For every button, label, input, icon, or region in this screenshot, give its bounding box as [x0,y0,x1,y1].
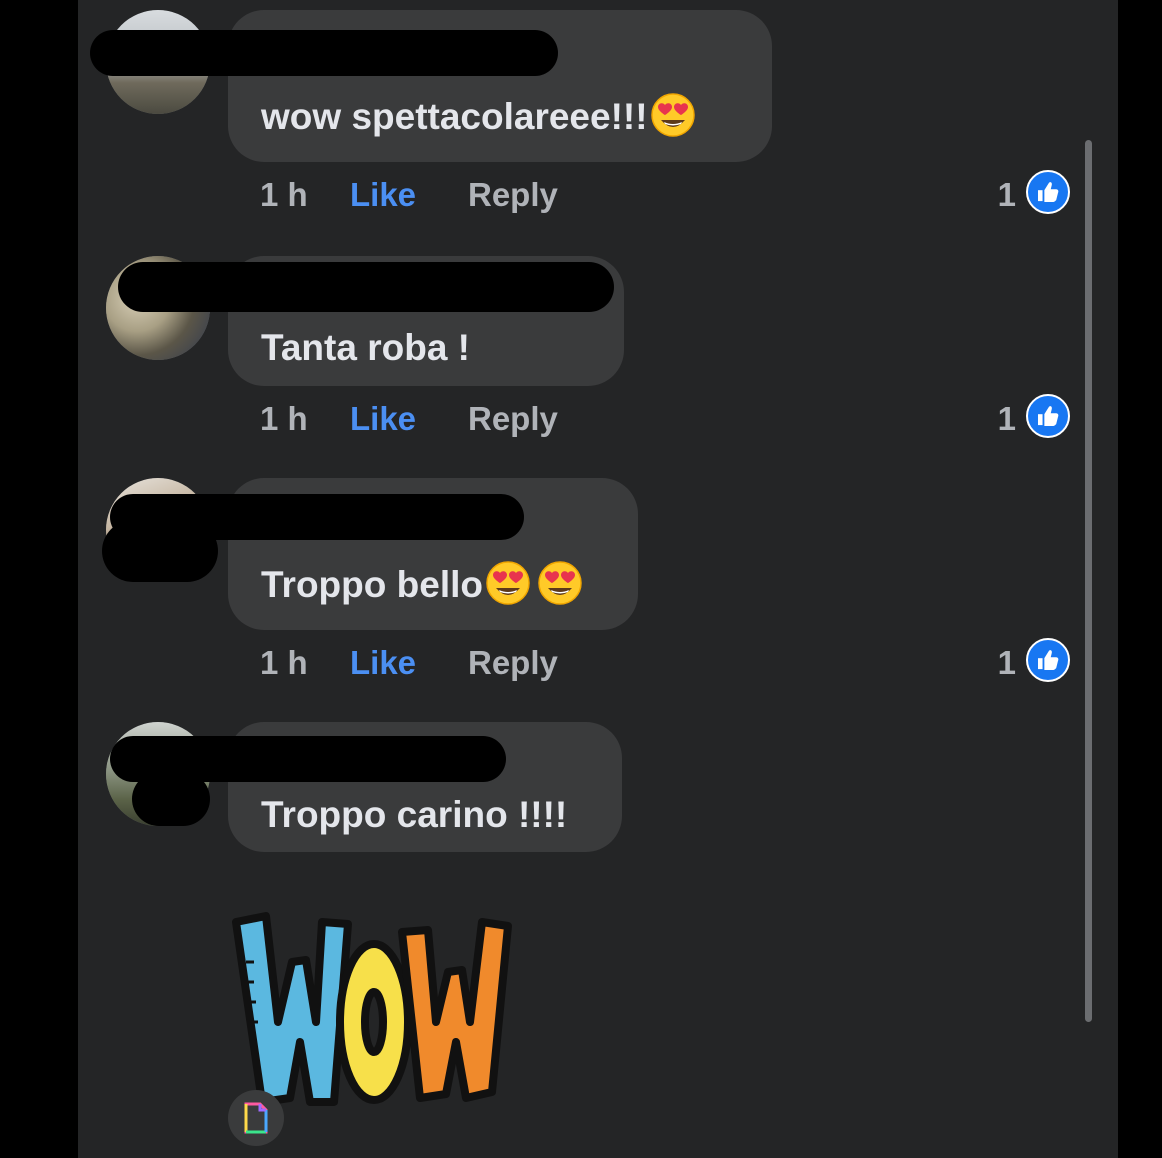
scrollbar[interactable] [1085,140,1092,1022]
reaction-count: 1 [997,644,1016,681]
like-button[interactable]: Like [350,644,416,682]
reaction-summary[interactable]: 1 [970,638,1070,688]
comment-text: Troppo carino !!!! [261,794,568,835]
gif-badge[interactable] [228,1090,284,1146]
redacted-name [118,262,614,312]
reply-button[interactable]: Reply [468,176,558,214]
thumbs-up-icon [1026,638,1070,682]
thumbs-up-icon [1026,394,1070,438]
gif-icon [244,1102,268,1134]
comment-text: Tanta roba ! [261,327,470,368]
reaction-summary[interactable]: 1 [970,170,1070,220]
redacted-avatar-mark [102,520,218,582]
reply-button[interactable]: Reply [468,400,558,438]
redacted-avatar-mark [132,772,210,826]
comment-time: 1 h [260,176,308,213]
reaction-summary[interactable]: 1 [970,394,1070,444]
comment-text: wow spettacolareee!!! [261,93,696,142]
heart-eyes-emoji-icon [486,561,530,605]
comment-time: 1 h [260,644,308,681]
heart-eyes-emoji-icon [650,93,695,137]
comment-text: Troppo bello [261,561,583,610]
wow-sticker[interactable] [226,902,516,1122]
like-button[interactable]: Like [350,400,416,438]
reaction-count: 1 [997,176,1016,213]
thumbs-up-icon [1026,170,1070,214]
redacted-name [90,30,558,76]
reaction-count: 1 [997,400,1016,437]
reply-button[interactable]: Reply [468,644,558,682]
like-button[interactable]: Like [350,176,416,214]
heart-eyes-emoji-icon [538,561,582,605]
comment-time: 1 h [260,400,308,437]
